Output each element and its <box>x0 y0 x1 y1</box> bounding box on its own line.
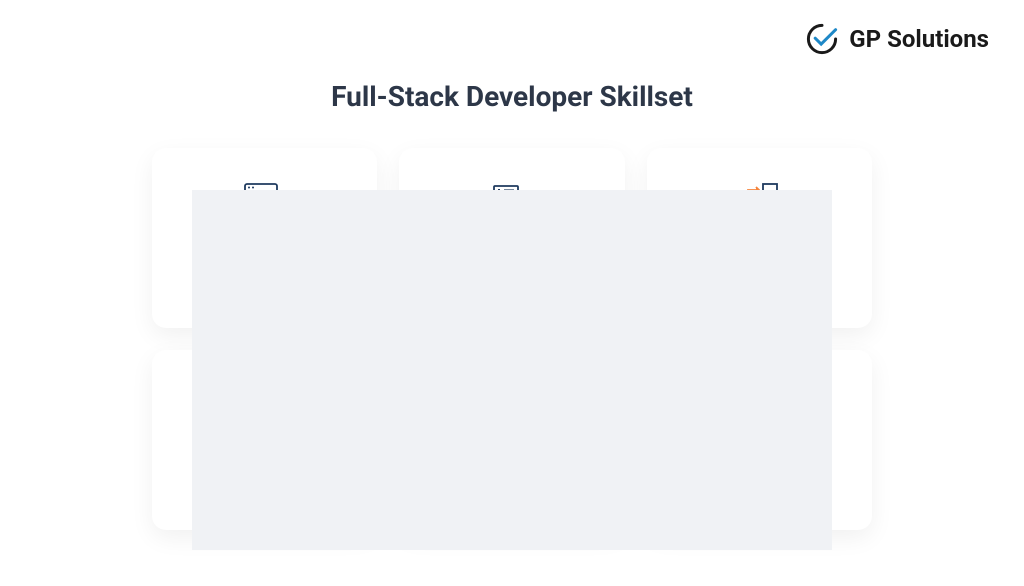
page-title: Full-Stack Developer Skillset <box>331 80 693 113</box>
background-panel <box>192 190 832 550</box>
brand-checkmark-icon <box>805 22 839 56</box>
brand-logo: GP Solutions <box>805 22 989 56</box>
brand-name: GP Solutions <box>849 25 989 53</box>
